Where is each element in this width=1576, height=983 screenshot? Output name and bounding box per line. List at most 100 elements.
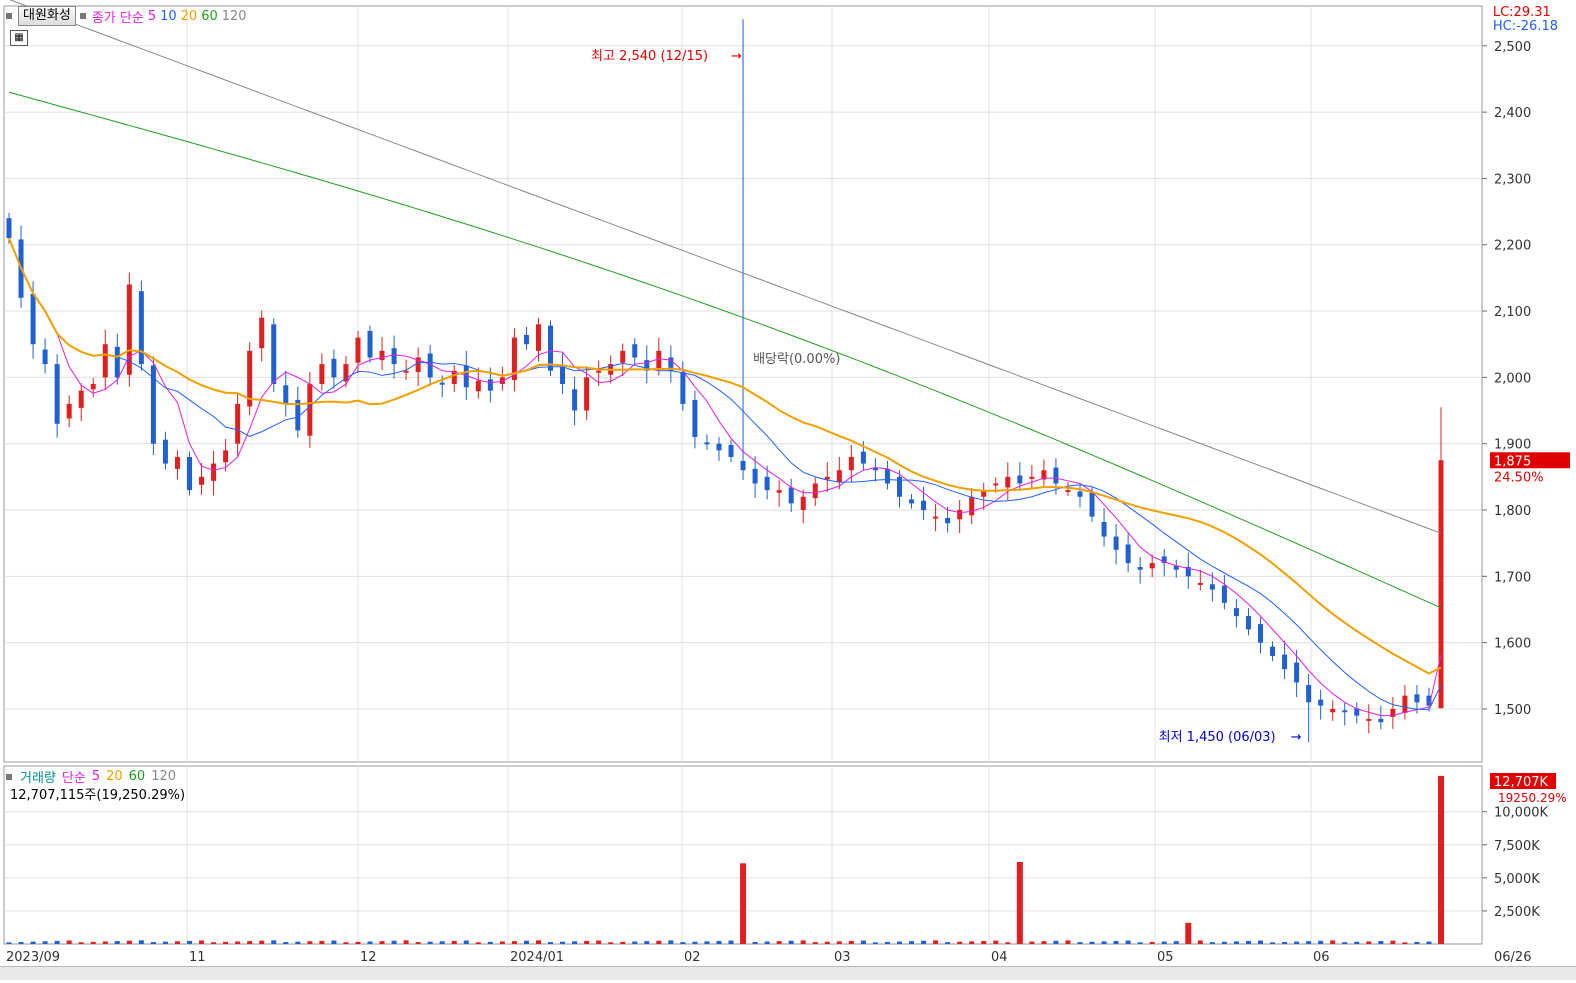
candle-body <box>1125 544 1131 564</box>
candle-body <box>993 483 999 486</box>
candle-body <box>66 403 72 419</box>
volume-bar <box>343 942 349 944</box>
volume-bar <box>150 942 156 944</box>
candle-body <box>752 468 758 484</box>
time-tick-label: 2023/09 <box>6 950 60 965</box>
chart-canvas[interactable]: 2,500 2,400 2,300 2,200 2,100 2,000 1,900 1,800… <box>0 0 1576 979</box>
time-tick-label: 12 <box>360 950 377 965</box>
stock-chart[interactable]: 2,500 2,400 2,300 2,200 2,100 2,000 1,900 1,800… <box>0 0 1576 979</box>
candle-body <box>391 348 397 365</box>
candle-body <box>439 382 445 385</box>
time-tick-label: 03 <box>834 950 851 965</box>
candle-body <box>1306 685 1312 703</box>
volume-bar <box>138 940 144 944</box>
volume-bar <box>969 941 975 944</box>
volume-bar <box>499 941 505 944</box>
scroll-bar[interactable] <box>0 966 1576 980</box>
candle-body <box>969 496 975 516</box>
volume-bar <box>836 941 842 944</box>
volume-bar <box>1113 940 1119 944</box>
volume-bar <box>331 940 337 944</box>
volume-bar <box>1197 940 1203 944</box>
volume-bar <box>1257 940 1263 944</box>
volume-spike-bar <box>1185 922 1192 944</box>
volume-bar <box>30 941 36 944</box>
candle-body <box>319 364 325 384</box>
candle-body <box>1197 582 1203 585</box>
volume-bar <box>704 941 710 944</box>
candle-body <box>162 439 168 464</box>
hc-value: HC:-26.18 <box>1492 19 1558 34</box>
volume-bar <box>379 941 385 944</box>
volume-bar <box>860 940 866 944</box>
ma-10-label[interactable]: 10 <box>160 9 177 24</box>
volume-bar <box>511 941 517 944</box>
candle-body <box>1209 584 1215 590</box>
stock-name-button[interactable]: 대원화성 <box>18 6 76 26</box>
ma-120-label[interactable]: 120 <box>222 9 247 24</box>
volume-bar <box>427 941 433 944</box>
ma-60-label[interactable]: 60 <box>201 9 218 24</box>
high-arrow-icon: → <box>731 49 742 64</box>
volume-bar <box>1065 940 1071 944</box>
price-tick-label: 2,300 <box>1494 172 1531 187</box>
candle-body <box>1113 536 1119 550</box>
vol-ma-120-label[interactable]: 120 <box>151 769 176 784</box>
volume-spike-bar <box>1016 861 1023 944</box>
ma-10-line <box>8 237 1442 711</box>
candle-body <box>945 517 951 524</box>
candle-body <box>909 499 915 504</box>
candle-body <box>223 450 229 463</box>
volume-bar <box>848 940 854 944</box>
candle-body <box>78 390 84 408</box>
vol-ma-5-label[interactable]: 5 <box>92 769 100 784</box>
candle-body <box>307 384 313 436</box>
volume-bar <box>18 942 24 944</box>
panel-marker-icon <box>6 773 12 780</box>
grid-table-icon[interactable]: ▦ <box>10 30 28 46</box>
volume-bar <box>247 941 253 944</box>
candle-body <box>199 476 205 485</box>
candle-body <box>523 334 529 345</box>
volume-bar <box>1294 941 1300 944</box>
candle-body <box>584 377 590 411</box>
candle-body <box>187 456 193 491</box>
candle-body <box>1029 476 1035 479</box>
candle-body <box>211 463 217 481</box>
candle-body <box>812 483 818 499</box>
ex-dividend-label: 배당락(0.00%) <box>753 352 840 367</box>
candle-body <box>174 456 180 469</box>
candle-body <box>704 442 710 445</box>
volume-bar <box>1125 940 1131 944</box>
volume-bar <box>307 941 313 944</box>
candle-body <box>921 500 927 510</box>
ma-5-label[interactable]: 5 <box>148 9 156 24</box>
volume-bar <box>1233 941 1239 944</box>
price-ma-label[interactable]: 종가 단순 <box>92 7 144 26</box>
volume-bar <box>752 941 758 944</box>
volume-bar <box>1282 941 1288 944</box>
high-annotation-label: 최고 2,540 (12/15) <box>591 49 708 64</box>
volume-bar <box>1414 941 1420 944</box>
volume-bar <box>535 940 541 944</box>
candle-body <box>54 364 60 424</box>
vol-ma-60-label[interactable]: 60 <box>129 769 146 784</box>
volume-bar <box>199 940 205 944</box>
candle-body <box>800 496 806 510</box>
candle-body <box>728 445 734 457</box>
candle-body <box>560 366 566 384</box>
vol-ma-20-label[interactable]: 20 <box>106 769 123 784</box>
candle-body <box>764 476 770 491</box>
volume-bar <box>415 942 421 944</box>
low-arrow-icon: → <box>1291 730 1302 745</box>
candle-body <box>1402 695 1408 713</box>
lc-hc-info: LC:29.31 HC:-26.18 <box>1493 6 1558 34</box>
price-tick-label: 1,500 <box>1494 703 1531 718</box>
time-tick-label: 06 <box>1313 950 1330 965</box>
candle-body <box>1233 608 1239 617</box>
volume-bar <box>680 942 686 944</box>
candle-body <box>90 384 96 390</box>
ma-20-label[interactable]: 20 <box>181 9 198 24</box>
price-tick-label: 2,400 <box>1494 106 1531 121</box>
volume-bar <box>644 941 650 944</box>
